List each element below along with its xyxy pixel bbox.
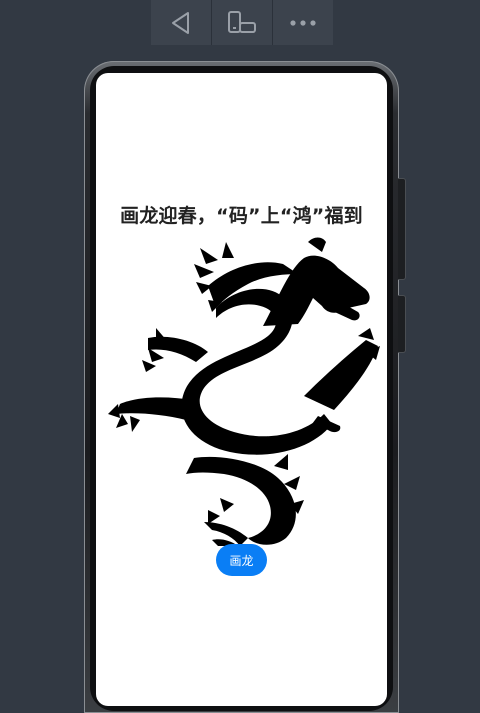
phone-power-button[interactable] xyxy=(398,295,406,353)
phone-volume-button[interactable] xyxy=(398,178,406,280)
emulator-window: 画龙迎春，“码”上“鸿”福到 画龙 xyxy=(0,0,480,713)
device-rotate-icon xyxy=(228,10,256,33)
emulator-toolbar xyxy=(151,0,333,45)
more-dots-icon xyxy=(290,19,316,26)
dragon-image xyxy=(108,237,380,546)
rotate-device-button[interactable] xyxy=(212,0,273,45)
page-title: 画龙迎春，“码”上“鸿”福到 xyxy=(120,205,363,227)
draw-dragon-button[interactable]: 画龙 xyxy=(216,544,267,576)
phone-screen: 画龙迎春，“码”上“鸿”福到 画龙 xyxy=(96,73,387,706)
back-triangle-icon xyxy=(172,11,189,34)
more-button[interactable] xyxy=(273,0,333,45)
back-button[interactable] xyxy=(151,0,212,45)
